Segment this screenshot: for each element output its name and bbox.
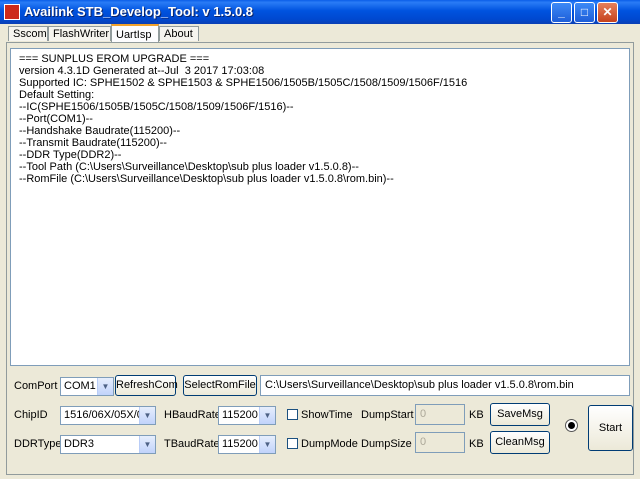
save-msg-button[interactable]: SaveMsg — [490, 403, 550, 426]
log-line: --RomFile (C:\Users\Surveillance\Desktop… — [19, 173, 394, 185]
status-dot — [568, 422, 575, 429]
log-line: Supported IC: SPHE1502 & SPHE1503 & SPHE… — [19, 77, 468, 89]
refresh-com-button[interactable]: RefreshCom — [115, 375, 178, 396]
app-icon — [4, 4, 20, 20]
comport-label: ComPort — [14, 380, 58, 392]
rom-file-path-field[interactable]: C:\Users\Surveillance\Desktop\sub plus l… — [260, 375, 630, 396]
log-line: --Handshake Baudrate(115200)-- — [19, 125, 181, 137]
minimize-button[interactable]: _ — [551, 2, 572, 23]
show-time-checkbox[interactable] — [287, 409, 298, 420]
hbaudrate-label: HBaudRate — [164, 409, 221, 421]
clean-msg-button[interactable]: CleanMsg — [490, 431, 550, 454]
status-indicator-icon — [565, 419, 578, 432]
tbaudrate-select[interactable]: 115200 ▼ — [218, 435, 276, 454]
hbaudrate-value: 115200 — [222, 409, 258, 421]
ddr-type-label: DDRType — [14, 438, 62, 450]
title-bar[interactable]: Availink STB_Develop_Tool: v 1.5.0.8 _ □… — [0, 0, 640, 24]
dump-mode-label: DumpMode — [301, 438, 358, 450]
chevron-down-icon[interactable]: ▼ — [97, 378, 113, 395]
ddr-type-select[interactable]: DDR3 ▼ — [60, 435, 156, 454]
chevron-down-icon[interactable]: ▼ — [259, 407, 275, 424]
log-line: === SUNPLUS EROM UPGRADE === — [19, 53, 210, 65]
ddr-type-value: DDR3 — [64, 438, 94, 450]
tab-uartisp[interactable]: UartIsp — [111, 24, 159, 42]
log-output[interactable]: === SUNPLUS EROM UPGRADE === version 4.3.… — [10, 48, 630, 366]
select-rom-file-button[interactable]: SelectRomFile — [183, 375, 257, 396]
tab-flashwriter[interactable]: FlashWriter — [48, 26, 111, 41]
chevron-down-icon[interactable]: ▼ — [139, 407, 155, 424]
dump-size-unit: KB — [469, 438, 484, 450]
hbaudrate-select[interactable]: 115200 ▼ — [218, 406, 276, 425]
window-title: Availink STB_Develop_Tool: v 1.5.0.8 — [24, 4, 254, 19]
comport-select[interactable]: COM1 ▼ — [60, 377, 114, 396]
app-window: Availink STB_Develop_Tool: v 1.5.0.8 _ □… — [0, 0, 640, 479]
log-line: --IC(SPHE1506/1505B/1505C/1508/1509/1506… — [19, 101, 294, 113]
chevron-down-icon[interactable]: ▼ — [139, 436, 155, 453]
comport-value: COM1 — [64, 380, 96, 392]
chip-id-select[interactable]: 1516/06X/05X/0 ▼ — [60, 406, 156, 425]
dump-start-label: DumpStart — [361, 409, 414, 421]
log-line: --Port(COM1)-- — [19, 113, 93, 125]
dump-start-field[interactable]: 0 — [415, 404, 465, 425]
chevron-down-icon[interactable]: ▼ — [259, 436, 275, 453]
dump-size-field[interactable]: 0 — [415, 432, 465, 453]
log-line: --DDR Type(DDR2)-- — [19, 149, 122, 161]
tbaudrate-label: TBaudRate — [164, 438, 220, 450]
log-line: --Transmit Baudrate(115200)-- — [19, 137, 167, 149]
log-line: version 4.3.1D Generated at--Jul 3 2017 … — [19, 65, 265, 77]
maximize-button[interactable]: □ — [574, 2, 595, 23]
log-line: --Tool Path (C:\Users\Surveillance\Deskt… — [19, 161, 359, 173]
tab-about[interactable]: About — [159, 26, 199, 41]
dump-mode-checkbox[interactable] — [287, 438, 298, 449]
dump-start-unit: KB — [469, 409, 484, 421]
start-button[interactable]: Start — [588, 405, 633, 451]
log-line: Default Setting: — [19, 89, 95, 101]
chip-id-value: 1516/06X/05X/0 — [64, 409, 143, 421]
close-button[interactable]: ✕ — [597, 2, 618, 23]
tbaudrate-value: 115200 — [222, 438, 258, 450]
dump-size-label: DumpSize — [361, 438, 412, 450]
chip-id-label: ChipID — [14, 409, 48, 421]
show-time-label: ShowTime — [301, 409, 353, 421]
tab-sscom[interactable]: Sscom — [8, 26, 48, 41]
